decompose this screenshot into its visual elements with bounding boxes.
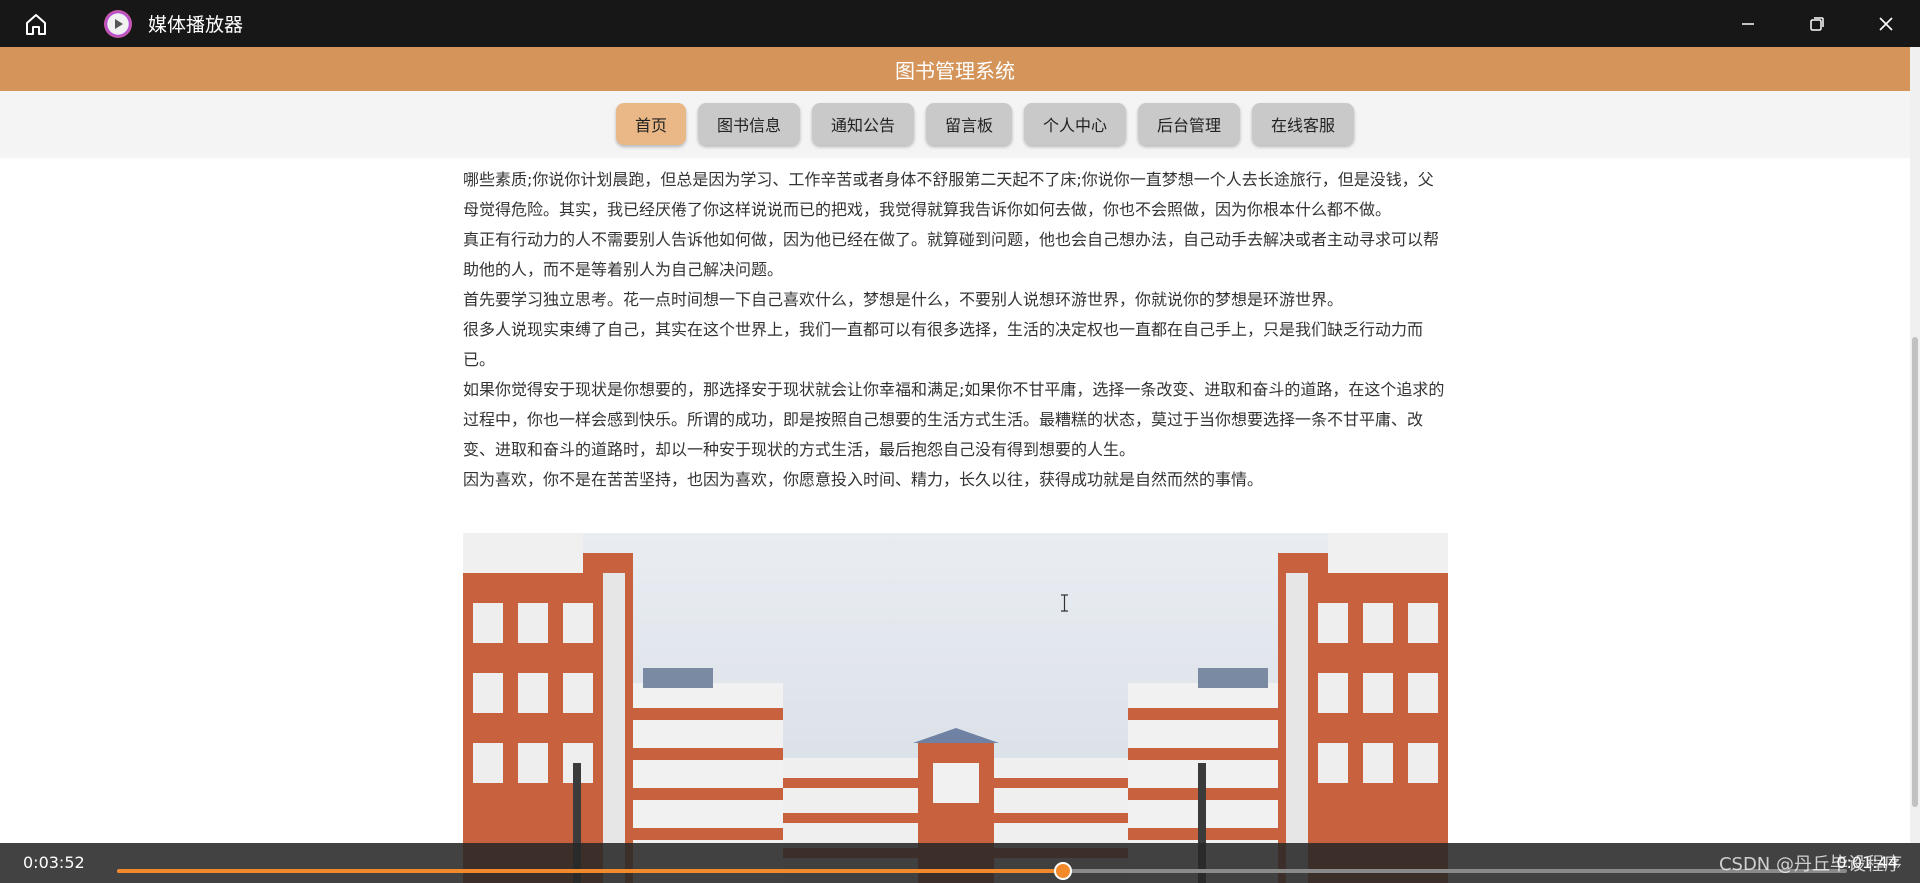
seek-handle[interactable]: [1054, 862, 1073, 880]
player-title-bar: 媒体播放器: [0, 0, 1920, 47]
site-title: 图书管理系统: [895, 58, 1015, 83]
close-icon[interactable]: [1851, 0, 1920, 47]
nav-personal-center[interactable]: 个人中心: [1024, 103, 1127, 145]
main-nav: 首页 图书信息 通知公告 留言板 个人中心 后台管理 在线客服: [0, 91, 1910, 157]
article-paragraph: 真正有行动力的人不需要别人告诉他如何做，因为他已经在做了。就算碰到问题，他也会自…: [463, 230, 1440, 279]
restore-icon[interactable]: [1782, 0, 1851, 47]
nav-message-board[interactable]: 留言板: [925, 103, 1012, 145]
text-cursor-icon: [1060, 594, 1069, 612]
scrollbar-thumb[interactable]: [1912, 337, 1918, 807]
total-time: 0:01:44: [1836, 853, 1898, 872]
seek-progress: [117, 869, 1064, 873]
article-body: 你说你喜欢读书，让我给你列书单，你还问我哪里有那么多时间看书;你说自己梦想的职业…: [463, 145, 1448, 495]
nav-online-service[interactable]: 在线客服: [1252, 103, 1355, 145]
current-time: 0:03:52: [23, 853, 85, 872]
nav-notices[interactable]: 通知公告: [811, 103, 914, 145]
article-paragraph: 如果你觉得安于现状是你想要的，那选择安于现状就会让你幸福和满足;如果你不甘平庸，…: [463, 380, 1445, 459]
article-paragraph: 哪些素质;你说你计划晨跑，但总是因为学习、工作辛苦或者身体不舒服第二天起不了床;…: [463, 170, 1434, 219]
article-paragraph: 因为喜欢，你不是在苦苦坚持，也因为喜欢，你愿意投入时间、精力，长久以往，获得成功…: [463, 470, 1264, 489]
home-icon[interactable]: [18, 6, 54, 42]
media-player-icon: [104, 9, 132, 38]
minimize-icon[interactable]: [1713, 0, 1782, 47]
site-header: 图书管理系统: [0, 47, 1910, 91]
nav-book-info[interactable]: 图书信息: [697, 103, 800, 145]
player-title: 媒体播放器: [148, 14, 244, 36]
article-paragraph: 首先要学习独立思考。花一点时间想一下自己喜欢什么，梦想是什么，不要别人说想环游世…: [463, 290, 1344, 309]
page-scrollbar[interactable]: [1910, 47, 1920, 843]
nav-admin[interactable]: 后台管理: [1138, 103, 1241, 145]
article-paragraph: 很多人说现实束缚了自己，其实在这个世界上，我们一直都可以有很多选择，生活的决定权…: [463, 320, 1424, 369]
player-controls: 0:03:52 CSDN @丹丘毕设程序 0:01:44: [0, 843, 1920, 883]
web-page-frame: 图书管理系统 你说你喜欢读书，让我给你列书单，你还问我哪里有那么多时间看书;你说…: [0, 47, 1910, 883]
nav-home[interactable]: 首页: [615, 103, 686, 145]
campus-photo: [463, 533, 1448, 883]
seek-bar[interactable]: [117, 862, 1847, 880]
